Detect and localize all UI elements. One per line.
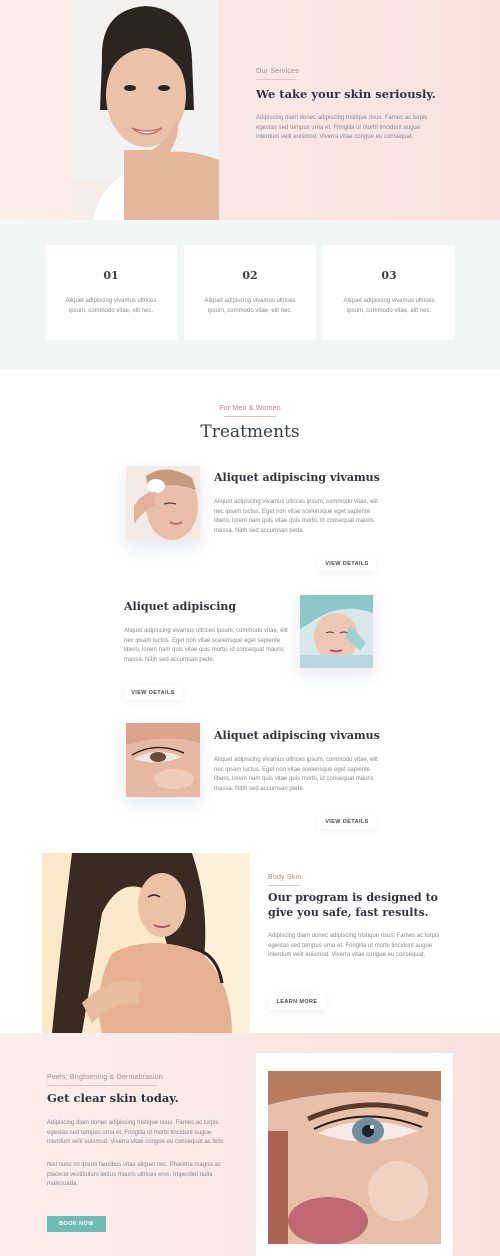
view-details-button[interactable]: VIEW DETAILS [318, 556, 376, 571]
treatment-title: Aliquet adipiscing [124, 600, 237, 613]
feature-card: 03 Aliquet adipiscing vivamus ultrices i… [323, 245, 455, 340]
treatments-eyebrow: For Men & Women [219, 405, 281, 412]
clear-skin-eyebrow: Peels, Brightening & Dermabrasion [47, 1074, 163, 1081]
treatment-text: Aliquet adipiscing vivamus ultrices ipsu… [124, 628, 288, 663]
clear-skin-photo-frame [256, 1053, 453, 1256]
hero-title: We take your skin seriously. [256, 87, 436, 101]
hero-eyebrow-underline [256, 79, 296, 80]
clear-skin-text-1: Adipiscing diam donec adipiscing tristiq… [47, 1120, 225, 1145]
treatment-photo-eye [126, 723, 200, 797]
feature-number: 02 [242, 269, 258, 282]
hero-section: Our Services We take your skin seriously… [0, 0, 500, 220]
clear-skin-section: Peels, Brightening & Dermabrasion Get cl… [0, 1033, 500, 1256]
clear-skin-eyebrow-underline [47, 1085, 157, 1086]
treatment-title: Aliquet adipiscing vivamus [214, 471, 380, 484]
feature-card: 02 Aliquet adipiscing vivamus ultrices i… [184, 245, 316, 340]
view-details-button[interactable]: VIEW DETAILS [124, 685, 182, 700]
hero-text: Adipiscing diam donec adipiscing tristiq… [256, 115, 428, 140]
body-skin-section: Body Skin Our program is designed to giv… [0, 853, 500, 1033]
treatments-eyebrow-underline [224, 416, 276, 417]
treatment-photo-facial [300, 595, 373, 668]
feature-number: 03 [381, 269, 397, 282]
feature-text: Aliquet adipiscing vivamus ultrices ipsu… [204, 298, 296, 314]
clear-skin-text-2: Nisl nunc mi ipsum faucibus vitae alique… [47, 1162, 221, 1187]
feature-text: Aliquet adipiscing vivamus ultrices ipsu… [65, 298, 157, 314]
view-details-button[interactable]: VIEW DETAILS [318, 814, 376, 829]
body-skin-photo [42, 853, 250, 1033]
treatments-title: Treatments [200, 422, 300, 442]
body-skin-title: Our program is designed to give you safe… [268, 891, 439, 919]
feature-card: 01 Aliquet adipiscing vivamus ultrices i… [45, 245, 177, 340]
treatment-title: Aliquet adipiscing vivamus [214, 729, 380, 742]
feature-text: Aliquet adipiscing vivamus ultrices ipsu… [343, 298, 435, 314]
treatment-text: Aliquet adipiscing vivamus ultrices ipsu… [214, 757, 378, 792]
clear-skin-title: Get clear skin today. [47, 1091, 179, 1105]
treatments-section: For Men & Women Treatments Aliquet adipi… [0, 370, 500, 853]
feature-number: 01 [103, 269, 119, 282]
hero-eyebrow: Our Services [256, 68, 299, 75]
treatment-photo-cleansing [126, 466, 200, 540]
body-skin-eyebrow-underline [268, 885, 300, 886]
clear-skin-photo [268, 1071, 441, 1244]
book-now-button[interactable]: BOOK NOW [47, 1216, 106, 1232]
treatment-text: Aliquet adipiscing vivamus ultrices ipsu… [214, 499, 378, 534]
learn-more-button[interactable]: LEARN MORE [268, 993, 326, 1010]
hero-portrait-photo [72, 0, 219, 220]
body-skin-text: Adipiscing diam donec adipiscing tristiq… [268, 933, 440, 958]
features-section: 01 Aliquet adipiscing vivamus ultrices i… [0, 220, 500, 370]
body-skin-eyebrow: Body Skin [268, 874, 302, 881]
